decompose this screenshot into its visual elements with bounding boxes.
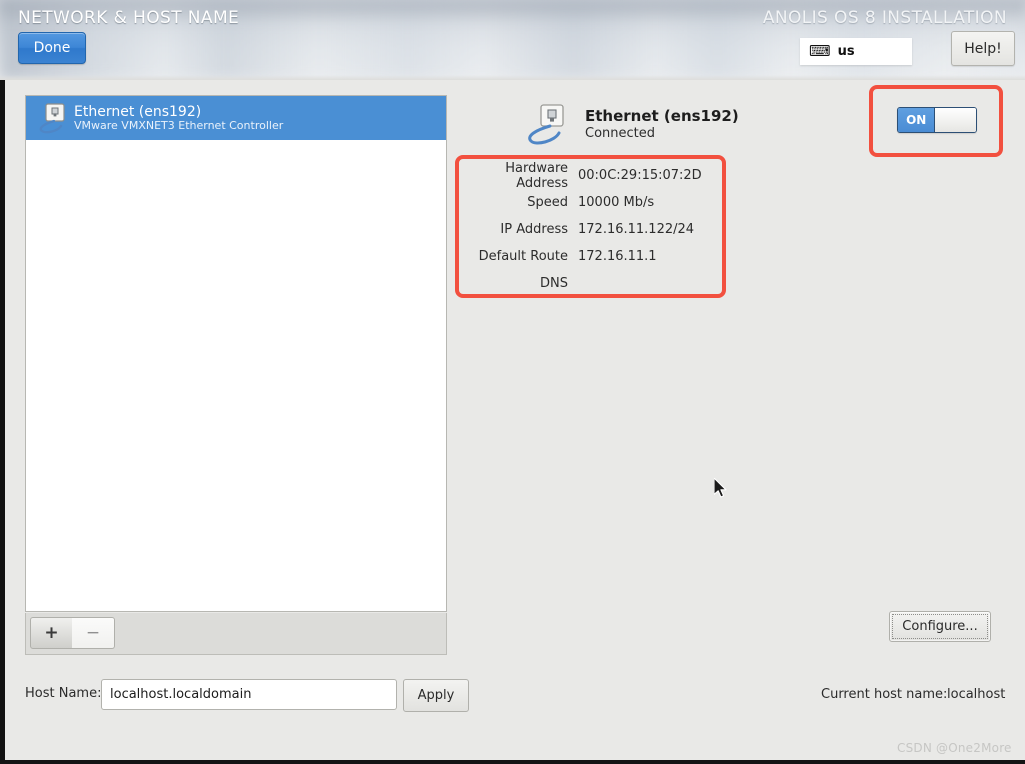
page-title: NETWORK & HOST NAME [18,8,240,28]
detail-label: Hardware Address [505,160,568,191]
add-device-button[interactable]: + [30,617,73,649]
focus-ring [892,614,988,639]
detail-row-hardware-address: Hardware Address 00:0C:29:15:07:2D [462,160,718,191]
header-bottom-divider [0,75,1025,80]
detail-row-ip-address: IP Address 172.16.11.122/24 [462,216,718,243]
hostname-label: Host Name: [25,686,102,701]
done-button-label: Done [33,40,71,56]
detail-value: 172.16.11.122/24 [578,222,695,237]
apply-button[interactable]: Apply [403,679,469,712]
current-hostname-value: localhost [947,687,1006,702]
detail-label: Default Route [478,249,568,264]
detail-value: 10000 Mb/s [578,195,655,210]
help-button[interactable]: Help! [951,31,1015,66]
add-device-label: + [44,623,59,643]
keyboard-layout-label: us [837,44,855,59]
detail-row-dns: DNS [462,270,718,297]
hostname-input[interactable] [101,679,397,710]
product-title: ANOLIS OS 8 INSTALLATION [762,8,1007,28]
device-list-toolbar: + − [25,613,447,655]
current-hostname-label: Current host name: [821,687,948,702]
network-device-list[interactable]: Ethernet (ens192) VMware VMXNET3 Etherne… [25,95,447,612]
watermark: CSDN @One2More [897,741,1012,755]
device-description: VMware VMXNET3 Ethernet Controller [74,118,284,132]
list-item[interactable]: Ethernet (ens192) VMware VMXNET3 Etherne… [26,96,446,140]
toggle-state-label: ON [898,108,936,132]
device-detail-table: Hardware Address 00:0C:29:15:07:2D Speed… [462,160,718,297]
list-item-text: Ethernet (ens192) VMware VMXNET3 Etherne… [74,104,283,133]
detail-row-speed: Speed 10000 Mb/s [462,189,718,216]
detail-value: 00:0C:29:15:07:2D [578,168,702,183]
device-detail-text: Ethernet (ens192) Connected [585,107,739,143]
keyboard-layout-indicator[interactable]: ⌨ us [800,38,912,65]
keyboard-icon: ⌨ [809,42,831,60]
ethernet-icon [34,101,68,135]
apply-button-label: Apply [417,688,455,703]
detail-label: Speed [527,195,568,210]
toggle-knob [935,108,976,132]
ethernet-cable-icon [525,103,575,147]
configure-button[interactable]: Configure... [889,611,991,642]
detail-label: IP Address [500,222,568,237]
installer-screen: NETWORK & HOST NAME ANOLIS OS 8 INSTALLA… [0,0,1025,764]
mouse-cursor [713,477,730,504]
device-detail-header: Ethernet (ens192) Connected [525,103,739,147]
network-enable-toggle[interactable]: ON [897,107,977,133]
help-button-label: Help! [964,40,1002,57]
detail-label: DNS [540,276,568,291]
detail-value: 172.16.11.1 [578,249,657,264]
detail-title: Ethernet (ens192) [585,107,739,126]
detail-row-default-route: Default Route 172.16.11.1 [462,243,718,270]
device-name: Ethernet (ens192) [74,103,202,120]
detail-status: Connected [585,125,656,141]
remove-device-button[interactable]: − [72,617,115,649]
window-frame-bottom [0,760,1025,764]
done-button[interactable]: Done [18,32,86,64]
remove-device-label: − [85,623,101,643]
window-frame-left [0,80,5,764]
